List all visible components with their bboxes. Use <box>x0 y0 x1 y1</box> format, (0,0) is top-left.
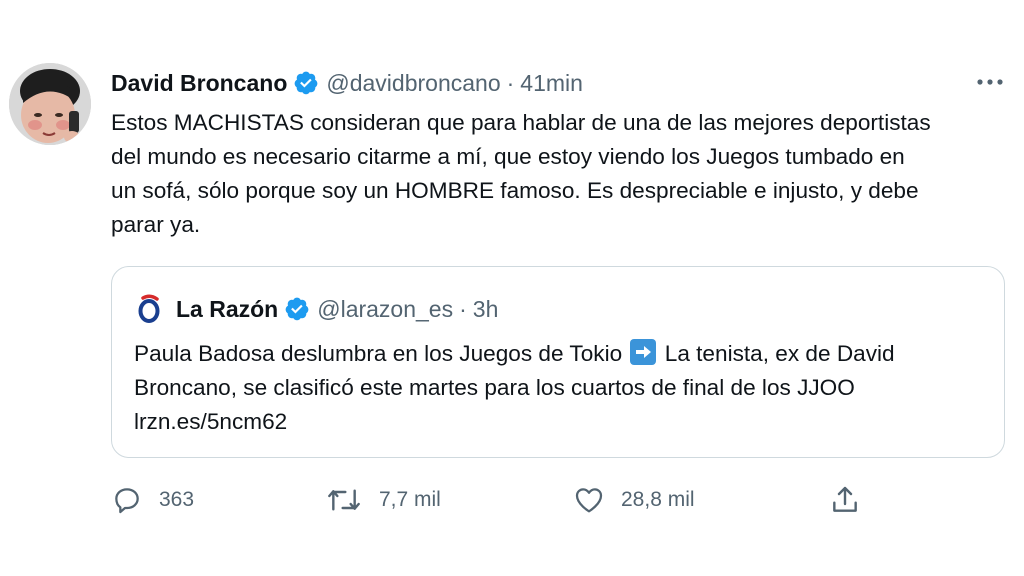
quoted-tweet[interactable]: La Razón @larazon_es · 3h Paula Badosa d… <box>111 266 1005 458</box>
more-icon[interactable] <box>970 70 1010 94</box>
reply-count: 363 <box>159 488 195 511</box>
separator-dot: · <box>506 69 515 96</box>
tweet-actions: 363 7,7 mil 28,8 mil <box>111 482 891 522</box>
share-icon <box>833 486 857 512</box>
like-icon <box>575 488 603 513</box>
quoted-author-handle: @larazon_es <box>317 295 454 322</box>
like-button[interactable]: 28,8 mil <box>573 482 695 518</box>
avatar-image <box>9 63 91 145</box>
timestamp[interactable]: 41min <box>520 70 583 97</box>
retweet-button[interactable]: 7,7 mil <box>325 482 441 518</box>
quoted-author-name: La Razón <box>176 295 279 322</box>
quoted-text-part-1: Paula Badosa deslumbra en los Juegos de … <box>134 341 623 366</box>
arrow-right-emoji-icon <box>630 339 657 365</box>
author-handle[interactable]: @davidbroncano <box>326 70 500 97</box>
verified-badge-icon <box>295 71 318 95</box>
quoted-header: La Razón @larazon_es · 3h <box>134 292 498 326</box>
la-razon-logo-icon <box>135 294 163 323</box>
quoted-text: Paula Badosa deslumbra en los Juegos de … <box>134 337 989 439</box>
reply-button[interactable]: 363 <box>111 482 194 518</box>
retweet-icon <box>328 489 360 511</box>
tweet-text: Estos MACHISTAS consideran que para habl… <box>111 110 931 237</box>
author-name[interactable]: David Broncano <box>111 70 287 97</box>
tweet[interactable]: David Broncano @davidbroncano · 41min Es… <box>0 0 1024 576</box>
tweet-header: David Broncano @davidbroncano · 41min <box>111 66 583 100</box>
avatar[interactable] <box>9 63 91 145</box>
retweet-count: 7,7 mil <box>379 488 441 511</box>
like-count: 28,8 mil <box>621 488 695 511</box>
share-button[interactable] <box>829 482 861 518</box>
reply-icon <box>115 488 139 514</box>
separator-dot: · <box>459 295 467 322</box>
verified-badge-icon <box>285 297 309 321</box>
quoted-timestamp: 3h <box>472 295 499 322</box>
